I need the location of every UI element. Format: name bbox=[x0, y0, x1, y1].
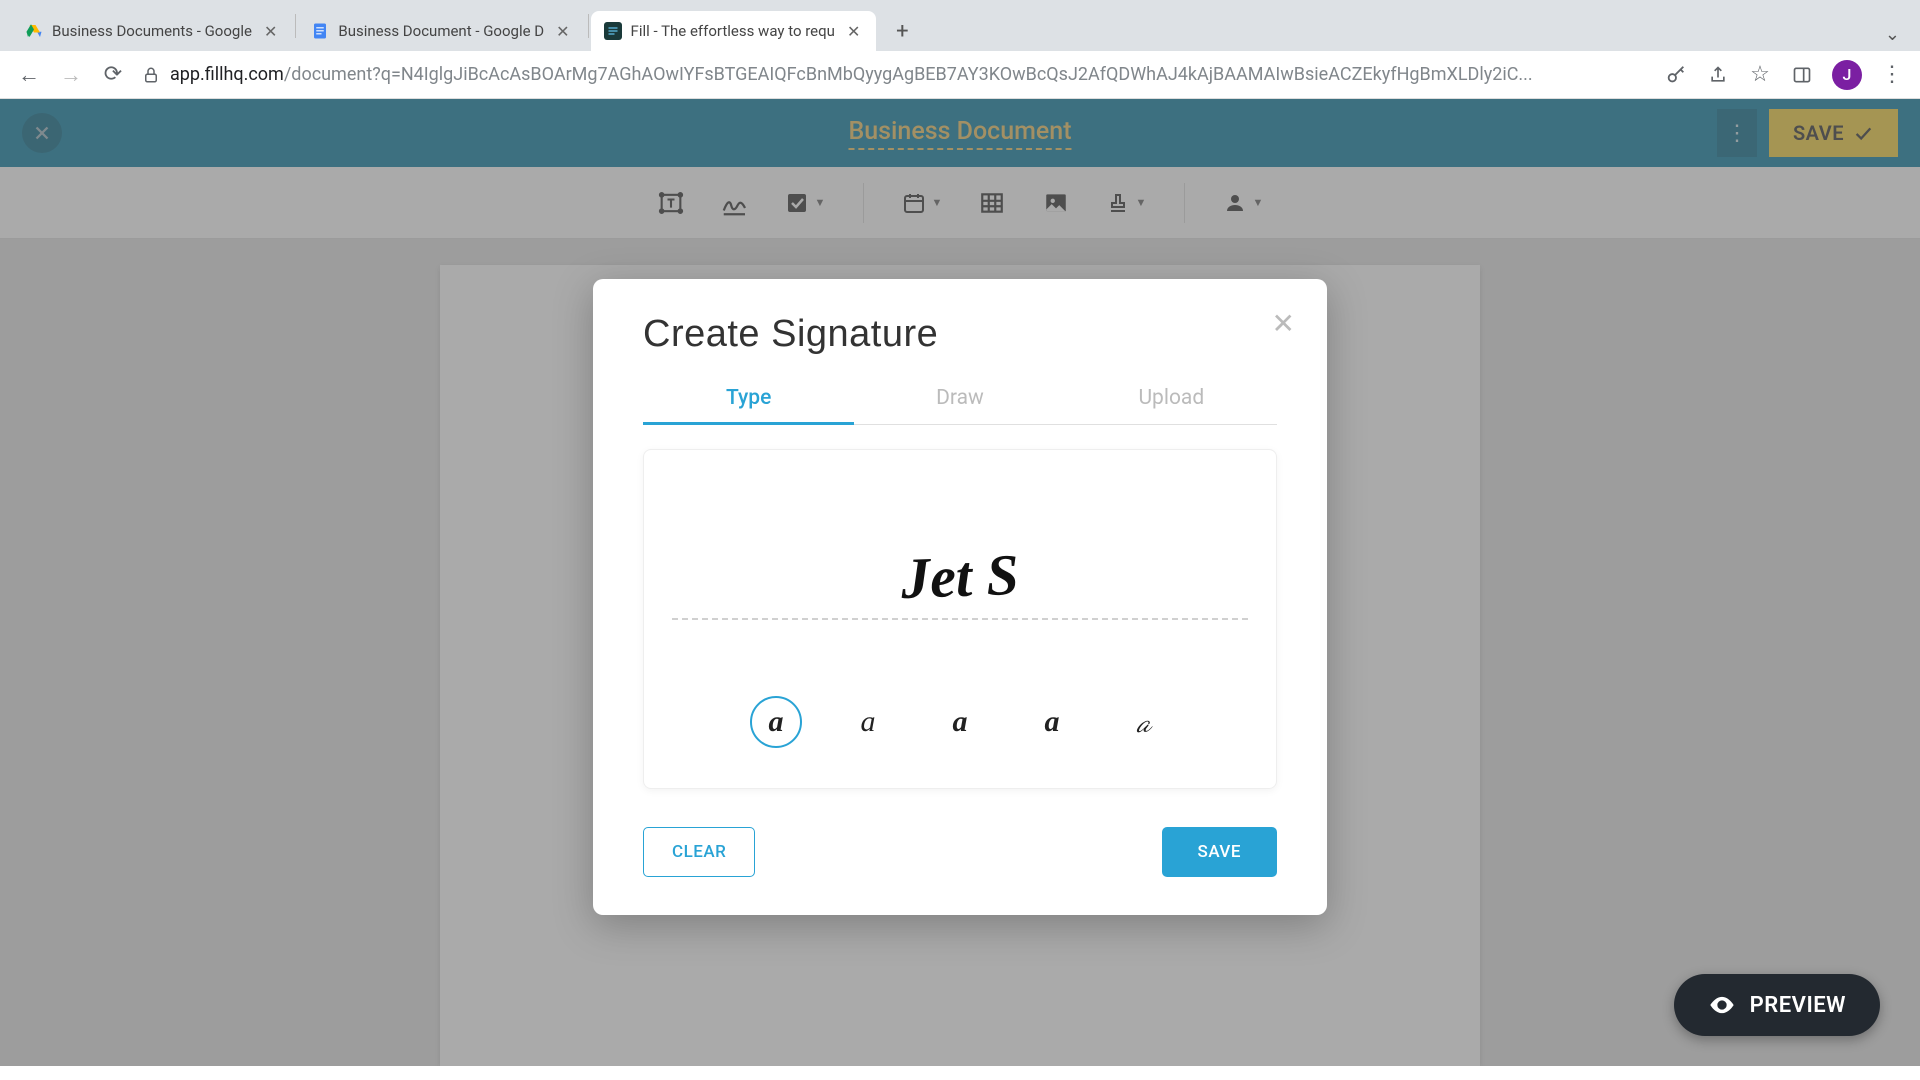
profile-avatar[interactable]: J bbox=[1832, 60, 1862, 90]
forward-button: → bbox=[58, 62, 84, 88]
font-option-4[interactable]: a bbox=[1026, 696, 1078, 748]
browser-tab[interactable]: Business Document - Google D ✕ bbox=[298, 11, 585, 51]
share-icon[interactable] bbox=[1706, 63, 1730, 87]
font-option-5[interactable]: a bbox=[1118, 696, 1170, 748]
url-text: app.fillhq.com/document?q=N4IglgJiBcAcAs… bbox=[170, 64, 1533, 85]
browser-tab-active[interactable]: Fill - The effortless way to requ ✕ bbox=[591, 11, 877, 51]
eye-icon bbox=[1708, 991, 1736, 1019]
key-icon[interactable] bbox=[1664, 63, 1688, 87]
signature-modal: ✕ Create Signature Type Draw Upload Jet … bbox=[593, 279, 1327, 915]
browser-url-bar: ← → ⟳ app.fillhq.com/document?q=N4IglgJi… bbox=[0, 51, 1920, 99]
reload-button[interactable]: ⟳ bbox=[100, 62, 126, 88]
new-tab-button[interactable]: + bbox=[884, 13, 920, 49]
modal-tab-bar: Type Draw Upload bbox=[643, 374, 1277, 425]
tab-title: Fill - The effortless way to requ bbox=[631, 22, 835, 40]
signature-line[interactable]: Jet S bbox=[672, 480, 1248, 620]
modal-title: Create Signature bbox=[643, 313, 1277, 356]
signature-text: Jet S bbox=[900, 541, 1020, 612]
fill-icon bbox=[603, 21, 623, 41]
lock-icon bbox=[142, 66, 160, 84]
menu-icon[interactable]: ⋮ bbox=[1880, 63, 1904, 87]
tab-close-icon[interactable]: ✕ bbox=[552, 22, 573, 41]
url-field[interactable]: app.fillhq.com/document?q=N4IglgJiBcAcAs… bbox=[142, 64, 1648, 85]
tab-draw[interactable]: Draw bbox=[854, 374, 1065, 424]
docs-icon bbox=[310, 21, 330, 41]
back-button[interactable]: ← bbox=[16, 62, 42, 88]
browser-tab[interactable]: Business Documents - Google ✕ bbox=[12, 11, 293, 51]
font-option-3[interactable]: a bbox=[934, 696, 986, 748]
panel-icon[interactable] bbox=[1790, 63, 1814, 87]
preview-button[interactable]: PREVIEW bbox=[1674, 974, 1880, 1036]
tab-title: Business Document - Google D bbox=[338, 22, 544, 40]
tab-divider bbox=[295, 14, 296, 38]
modal-close-button[interactable]: ✕ bbox=[1272, 307, 1295, 340]
star-icon[interactable]: ☆ bbox=[1748, 63, 1772, 87]
modal-save-button[interactable]: SAVE bbox=[1162, 827, 1277, 877]
modal-footer: CLEAR SAVE bbox=[643, 827, 1277, 877]
font-option-1[interactable]: a bbox=[750, 696, 802, 748]
signature-preview-box: Jet S a a a a a bbox=[643, 449, 1277, 789]
preview-label: PREVIEW bbox=[1750, 993, 1846, 1018]
drive-icon bbox=[24, 21, 44, 41]
tab-close-icon[interactable]: ✕ bbox=[260, 22, 281, 41]
modal-overlay[interactable]: ✕ Create Signature Type Draw Upload Jet … bbox=[0, 99, 1920, 1066]
font-options: a a a a a bbox=[672, 696, 1248, 748]
clear-button[interactable]: CLEAR bbox=[643, 827, 755, 877]
font-option-2[interactable]: a bbox=[842, 696, 894, 748]
tabs-dropdown-icon[interactable]: ⌄ bbox=[1885, 24, 1900, 45]
bottom-strip bbox=[0, 1066, 1920, 1080]
browser-tab-strip: Business Documents - Google ✕ Business D… bbox=[0, 0, 1920, 51]
tab-title: Business Documents - Google bbox=[52, 22, 252, 40]
tab-upload[interactable]: Upload bbox=[1066, 374, 1277, 424]
tab-divider bbox=[588, 14, 589, 38]
tab-type[interactable]: Type bbox=[643, 374, 854, 425]
tab-close-icon[interactable]: ✕ bbox=[843, 22, 864, 41]
